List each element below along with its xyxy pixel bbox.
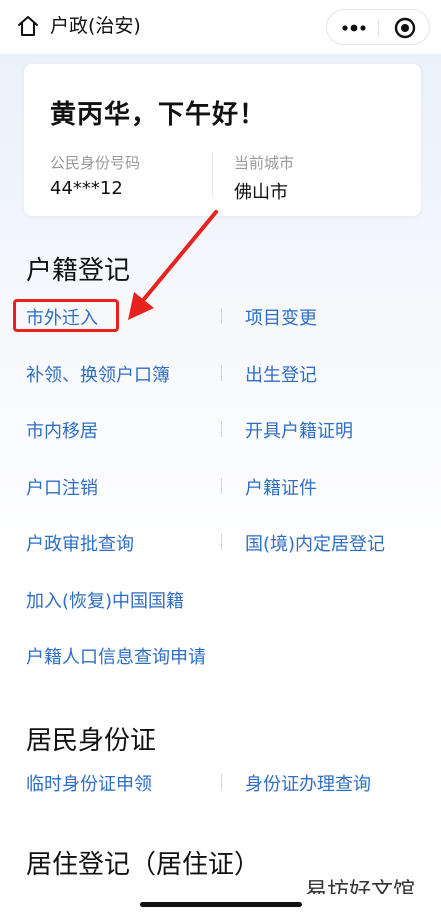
main-content: 黄丙华，下午好！ 公民身份号码 44***12 当前城市 佛山市 户籍登记 市外…	[0, 54, 441, 894]
close-miniprogram-icon[interactable]	[393, 16, 417, 40]
service-link-household-certificate[interactable]: 开具户籍证明	[245, 417, 353, 443]
home-indicator[interactable]	[140, 902, 302, 907]
column-separator	[221, 478, 222, 494]
column-separator	[221, 365, 222, 381]
service-link-temporary-id[interactable]: 临时身份证申领	[26, 770, 152, 796]
section-title-resident-id-card: 居民身份证	[26, 726, 157, 756]
current-city-label: 当前城市	[234, 154, 295, 172]
column-separator	[221, 534, 222, 550]
highlight-box	[13, 299, 119, 332]
card-divider	[212, 152, 213, 196]
section-title-residence-registration: 居住登记（居住证）	[26, 850, 261, 880]
user-info-card: 黄丙华，下午好！ 公民身份号码 44***12 当前城市 佛山市	[24, 64, 421, 216]
greeting-text: 黄丙华，下午好！	[50, 100, 267, 130]
top-navbar: 户政(治安)	[0, 0, 441, 54]
service-link-id-progress-query[interactable]: 身份证办理查询	[245, 770, 371, 796]
id-number-label: 公民身份号码	[50, 154, 141, 172]
current-city-value: 佛山市	[234, 182, 288, 203]
service-link-item-change[interactable]: 项目变更	[245, 304, 317, 330]
home-icon[interactable]	[16, 14, 40, 38]
section-title-household-registration: 户籍登记	[26, 256, 131, 286]
page-title: 户政(治安)	[50, 15, 141, 37]
service-link-approval-query[interactable]: 户政审批查询	[26, 530, 134, 556]
more-dots-icon[interactable]	[339, 19, 369, 37]
column-separator	[221, 774, 222, 790]
column-separator	[221, 421, 222, 437]
service-link-settlement-registration[interactable]: 国(境)内定居登记	[245, 530, 385, 556]
service-link-household-documents[interactable]: 户籍证件	[245, 474, 317, 500]
service-link-intra-city-move[interactable]: 市内移居	[26, 417, 98, 443]
service-link-birth-registration[interactable]: 出生登记	[245, 361, 317, 387]
miniprogram-capsule	[326, 9, 430, 45]
column-separator	[221, 308, 222, 324]
capsule-divider	[378, 19, 379, 37]
bottom-bar	[0, 894, 441, 913]
service-link-nationality[interactable]: 加入(恢复)中国国籍	[26, 587, 184, 613]
service-link-hukou-cancellation[interactable]: 户口注销	[26, 474, 98, 500]
service-link-hukou-book-reissue[interactable]: 补领、换领户口簿	[26, 361, 170, 387]
service-link-population-info-query[interactable]: 户籍人口信息查询申请	[26, 643, 206, 669]
id-number-value: 44***12	[50, 178, 123, 199]
